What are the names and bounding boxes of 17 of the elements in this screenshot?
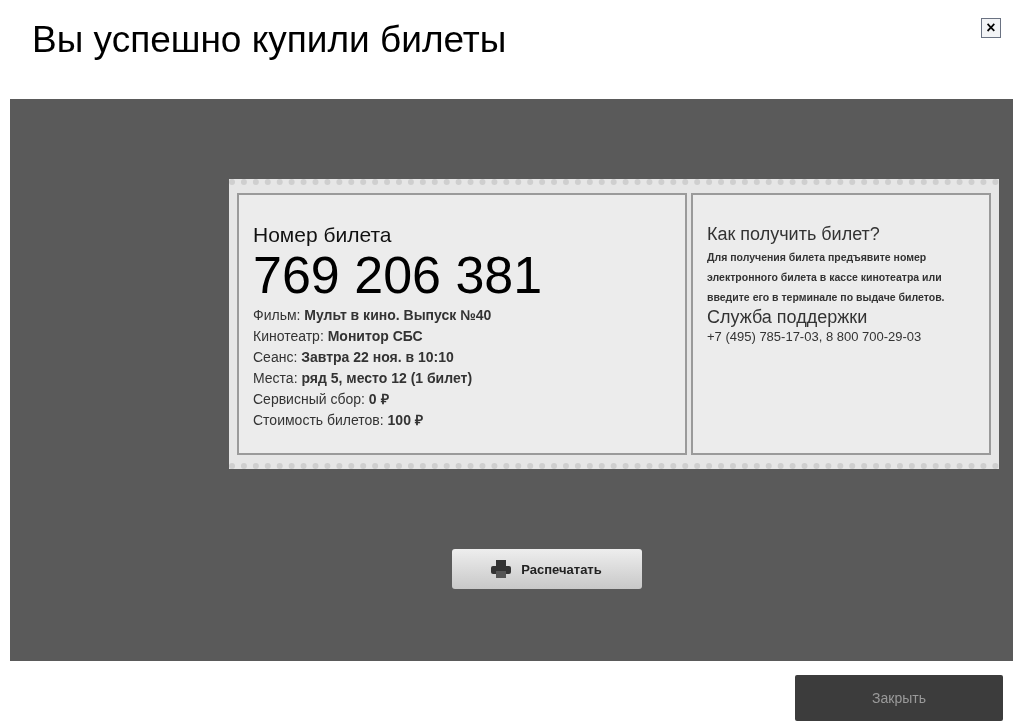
ticket-number: 769 206 381 [253, 247, 544, 304]
help-heading: Как получить билет? [707, 223, 881, 246]
printer-icon [491, 560, 512, 579]
close-dialog-button[interactable]: Закрыть [795, 675, 1003, 721]
ticket-detail: Сервисный сбор: 0 ₽ [253, 390, 390, 410]
ticket-detail: Стоимость билетов: 100 ₽ [253, 411, 424, 431]
ticket-number-label: Номер билета [253, 223, 393, 248]
support-heading: Служба поддержки [707, 307, 869, 328]
print-button[interactable]: Распечатать [451, 549, 642, 590]
ticket-detail: Сеанс: Завтра 22 ноя. в 10:10 [253, 348, 455, 368]
ticket-detail: Кинотеатр: Монитор СБС [253, 327, 424, 347]
ticket-detail: Фильм: Мульт в кино. Выпуск №40 [253, 306, 493, 326]
support-phones: +7 (495) 785-17-03, 8 800 700-29-03 [707, 328, 923, 347]
close-button[interactable]: × [981, 18, 1001, 38]
dialog-title: Вы успешно купили билеты [32, 18, 507, 62]
ticket-detail: Места: ряд 5, место 12 (1 билет) [253, 369, 474, 389]
help-text: Для получения билета предъявите номер электронного билета в кассе кинотеатра или введите его в терминале по выдаче билетов. [707, 250, 946, 306]
